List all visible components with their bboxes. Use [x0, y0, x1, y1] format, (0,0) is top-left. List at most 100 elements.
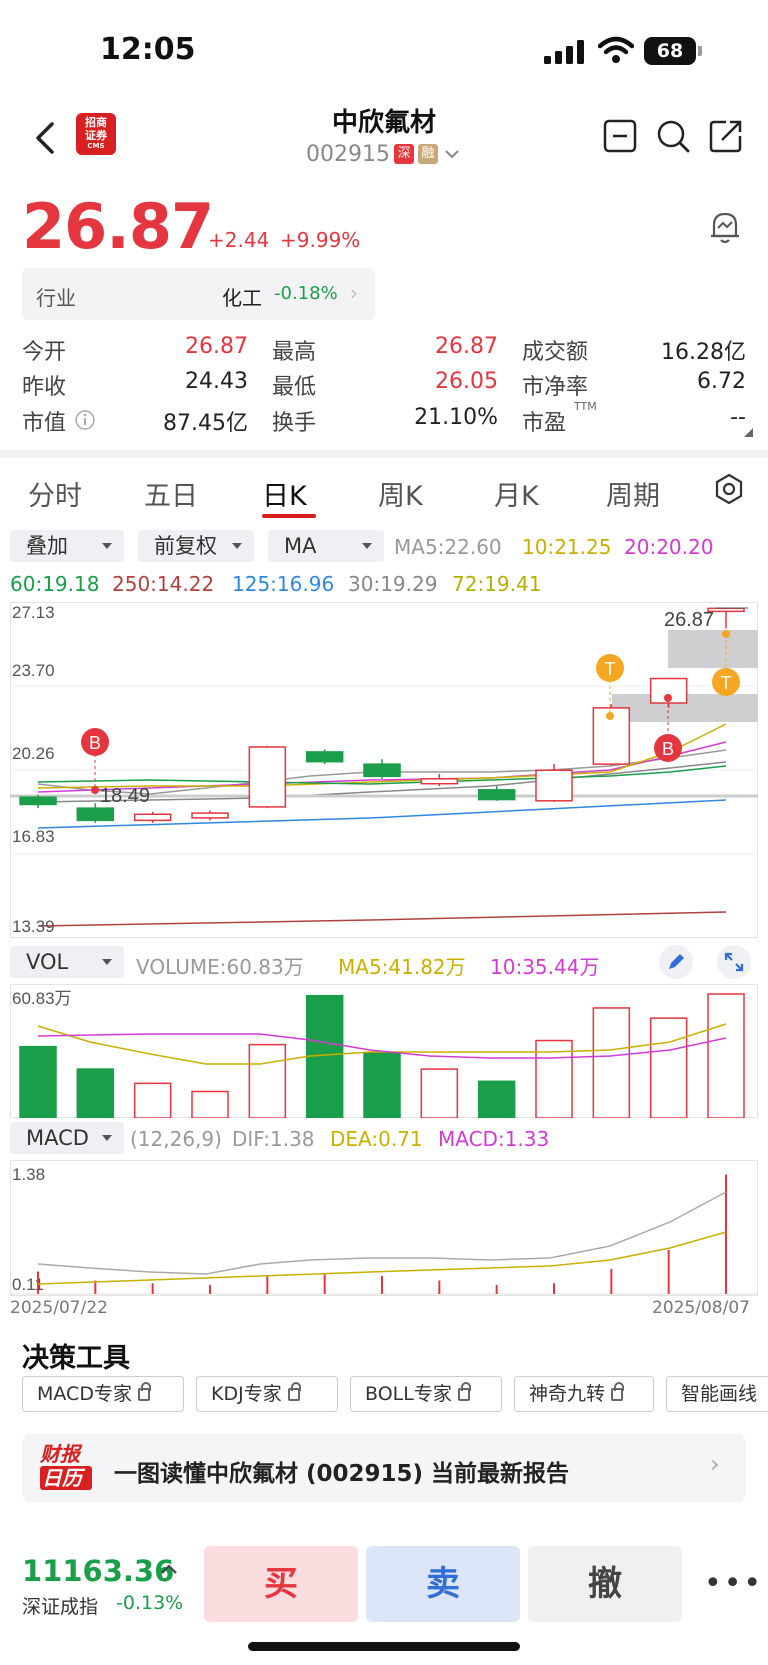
- broker-logo: 招商 证券 CMS: [76, 113, 116, 155]
- candle[interactable]: [420, 778, 459, 785]
- ma125-label: 125:16.96: [232, 572, 335, 596]
- cancel-order-button[interactable]: 撤: [528, 1546, 682, 1622]
- stat-label: 最高: [272, 340, 317, 365]
- volume-bar[interactable]: [420, 1068, 459, 1118]
- indicator-select[interactable]: MA: [268, 530, 384, 562]
- tool-nine-turn[interactable]: 神奇九转: [514, 1376, 654, 1412]
- chevron-right-icon: ›: [710, 1450, 720, 1478]
- tab-weekly-k[interactable]: 周K: [378, 474, 423, 513]
- macd-params: (12,26,9): [130, 1127, 222, 1151]
- stat-label: 市净率: [522, 375, 589, 400]
- tab-daily-k[interactable]: 日K: [262, 474, 307, 513]
- volume-chart[interactable]: 60.83万: [10, 984, 758, 1118]
- candle[interactable]: [535, 769, 573, 802]
- ma30-label: 30:19.29: [348, 572, 438, 596]
- dif-label: DIF:1.38: [232, 1127, 315, 1151]
- tab-five-day[interactable]: 五日: [144, 474, 198, 513]
- overlay-select[interactable]: 叠加: [10, 530, 124, 562]
- index-name: 深证成指: [22, 1596, 99, 1618]
- volume-bar[interactable]: [191, 1090, 229, 1118]
- candle[interactable]: [305, 751, 344, 763]
- chevron-up-icon[interactable]: [160, 1562, 178, 1576]
- volume-select[interactable]: VOL: [10, 946, 124, 978]
- volume-bar[interactable]: [305, 994, 344, 1118]
- expand-corner-icon[interactable]: [744, 428, 753, 437]
- vol-max-label: 60.83万: [12, 989, 72, 1008]
- last-price: 26.87: [22, 190, 214, 263]
- battery-icon: 68: [644, 37, 702, 65]
- remove-watchlist-icon[interactable]: [602, 118, 638, 154]
- adjust-select[interactable]: 前复权: [138, 530, 254, 562]
- ma72-label: 72:19.41: [452, 572, 542, 596]
- volume-bar[interactable]: [707, 993, 745, 1118]
- buy-button[interactable]: 买: [204, 1546, 358, 1622]
- tab-intraday[interactable]: 分时: [28, 474, 82, 513]
- candle[interactable]: [248, 746, 287, 808]
- divider: [0, 450, 768, 458]
- volume-bar[interactable]: [76, 1068, 115, 1118]
- date-end: 2025/08/07: [652, 1298, 750, 1318]
- volume-bar[interactable]: [248, 1043, 287, 1118]
- tab-monthly-k[interactable]: 月K: [494, 474, 539, 513]
- share-icon[interactable]: [708, 118, 744, 154]
- candle[interactable]: [19, 796, 57, 806]
- candlestick-chart[interactable]: 27.13 23.70 20.26 16.83 13.39 26.87 18.4…: [10, 602, 758, 938]
- y-label: 16.83: [12, 827, 55, 846]
- candle[interactable]: [363, 763, 401, 778]
- search-icon[interactable]: [655, 118, 691, 154]
- y-label: 20.26: [12, 744, 55, 763]
- lock-icon: [611, 1382, 625, 1401]
- svg-text:B: B: [89, 733, 101, 753]
- gear-icon[interactable]: [712, 472, 746, 506]
- index-value[interactable]: 11163.36: [22, 1554, 174, 1588]
- candle[interactable]: [76, 807, 115, 822]
- fullscreen-icon[interactable]: [716, 944, 752, 980]
- volume-bar[interactable]: [477, 1080, 516, 1118]
- ma60-label: 60:19.18: [10, 572, 100, 596]
- tool-boll[interactable]: BOLL专家: [350, 1376, 502, 1412]
- exchange-tag: 深: [394, 144, 414, 164]
- candle[interactable]: [133, 813, 172, 822]
- candle[interactable]: [477, 789, 516, 801]
- ma250-label: 250:14.22: [112, 572, 215, 596]
- stat-label: 昨收: [22, 375, 67, 400]
- more-icon[interactable]: •••: [704, 1566, 763, 1601]
- tab-indicator: [262, 514, 316, 518]
- low-label: 18.49: [100, 785, 150, 807]
- report-title: 一图读懂中欣氟材 (002915) 当前最新报告: [114, 1461, 570, 1487]
- volume-bar[interactable]: [19, 1045, 57, 1118]
- stat-value: --: [730, 405, 746, 430]
- home-indicator: [248, 1642, 520, 1651]
- volume-bar[interactable]: [133, 1082, 172, 1118]
- tab-period[interactable]: 周期: [606, 474, 660, 513]
- report-banner[interactable]: 财报 日历 一图读懂中欣氟材 (002915) 当前最新报告 ›: [22, 1434, 746, 1502]
- ma10-label: 10:21.25: [522, 535, 612, 559]
- macd-chart[interactable]: 1.38 0.11: [10, 1160, 758, 1296]
- stat-value: 6.72: [697, 369, 746, 394]
- stat-value: 21.10%: [414, 405, 498, 430]
- volume-bar[interactable]: [649, 1017, 688, 1118]
- candle[interactable]: [191, 812, 229, 819]
- alert-bell-icon[interactable]: [708, 210, 742, 246]
- tool-macd[interactable]: MACD专家: [22, 1376, 184, 1412]
- status-time: 12:05: [100, 32, 196, 67]
- macd-select[interactable]: MACD: [10, 1122, 124, 1154]
- edit-icon[interactable]: [658, 944, 694, 980]
- volume-bar[interactable]: [363, 1052, 401, 1118]
- sell-button[interactable]: 卖: [366, 1546, 520, 1622]
- industry-bar[interactable]: 行业 化工 -0.18% ›: [22, 268, 375, 320]
- stat-label: 市盈: [522, 411, 567, 436]
- info-icon[interactable]: [74, 409, 96, 431]
- tool-smart-draw[interactable]: 智能画线: [666, 1376, 768, 1412]
- tool-kdj[interactable]: KDJ专家: [196, 1376, 338, 1412]
- y-label: 27.13: [12, 603, 55, 622]
- chevron-down-icon[interactable]: [444, 148, 460, 160]
- stock-name: 中欣氟材: [331, 108, 436, 138]
- vol-ma5-label: MA5:41.82万: [338, 955, 466, 979]
- volume-bar[interactable]: [592, 1007, 631, 1118]
- svg-text:T: T: [605, 659, 616, 679]
- margin-tag: 融: [418, 144, 438, 164]
- svg-text:T: T: [721, 673, 732, 693]
- stat-label: 市值: [22, 411, 67, 436]
- back-icon[interactable]: [30, 118, 60, 158]
